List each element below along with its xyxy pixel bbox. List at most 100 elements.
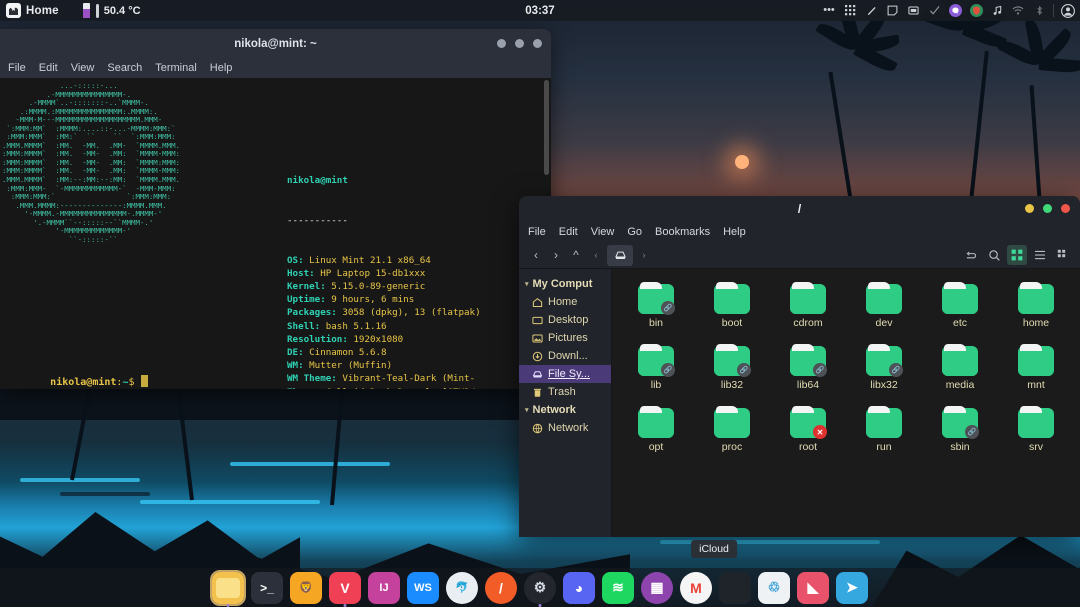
dock-item-pycharm[interactable]: / [485,572,517,604]
close-button[interactable] [533,39,542,48]
discord-icon[interactable]: ◕ [563,572,595,604]
file-item[interactable]: 🔗lib64 [770,343,846,391]
menu-search[interactable]: Search [107,62,142,74]
minimize-button[interactable] [497,39,506,48]
close-button[interactable] [1061,204,1070,213]
sidebar-group-network[interactable]: ▾Network [519,401,611,419]
intellij-idea-icon[interactable]: IJ [368,572,400,604]
menu-file[interactable]: File [8,62,26,74]
sidebar-item-downl[interactable]: Downl... [519,347,611,365]
gmail-icon[interactable]: M [680,572,712,604]
dock-item-intellij-idea[interactable]: IJ [368,572,400,604]
menu-bookmarks[interactable]: Bookmarks [655,226,710,238]
datagrip-icon[interactable]: 🐬 [446,572,478,604]
webstorm-icon[interactable]: WS [407,572,439,604]
temperature-widget[interactable]: 50.4 °C [82,3,141,18]
menu-view[interactable]: View [591,226,615,238]
sidebar-item-pictures[interactable]: Pictures [519,329,611,347]
music-note-icon[interactable] [990,4,1004,18]
dock-item-theme-tool[interactable]: ◣ [797,572,829,604]
dock-item-discord[interactable]: ◕ [563,572,595,604]
file-item[interactable]: 🔗lib32 [694,343,770,391]
minimize-button[interactable] [1025,204,1034,213]
refresh-icon[interactable] [961,245,981,265]
brave-icon[interactable]: 🦁 [290,572,322,604]
applications-menu-button[interactable]: Home [4,2,65,19]
terminal-content[interactable]: ...-:::::-... .-MMMMMMMMMMMMMMM-. .-MMMM… [0,78,551,389]
pen-icon[interactable] [864,4,878,18]
wifi-icon[interactable] [1011,4,1025,18]
trash-icon[interactable]: ♲ [758,572,790,604]
dock-item-files[interactable] [212,572,244,604]
menu-view[interactable]: View [71,62,95,74]
file-item[interactable]: srv [998,405,1074,453]
path-scroll-right-button[interactable]: › [634,245,654,265]
menu-help[interactable]: Help [210,62,233,74]
sidebar-group-my-comput[interactable]: ▾My Comput [519,275,611,293]
shield-icon[interactable] [969,4,983,18]
back-button[interactable]: ‹ [526,245,546,265]
file-item[interactable]: dev [846,281,922,329]
file-item[interactable]: home [998,281,1074,329]
dock-item-telegram[interactable]: ➤ [836,572,868,604]
file-item[interactable]: ✕root [770,405,846,453]
vivaldi-icon[interactable]: V [329,572,361,604]
file-item[interactable]: run [846,405,922,453]
dock-item-gmail[interactable]: M [680,572,712,604]
user-account-icon[interactable] [1061,4,1075,18]
file-manager-file-area[interactable]: 🔗binbootcdromdevetchome🔗lib🔗lib32🔗lib64🔗… [611,269,1080,537]
viber-icon[interactable] [948,4,962,18]
file-item[interactable]: etc [922,281,998,329]
files-icon[interactable] [212,572,244,604]
dock-item-steam[interactable]: ⚙ [524,572,556,604]
file-item[interactable]: 🔗libx32 [846,343,922,391]
telegram-icon[interactable]: ➤ [836,572,868,604]
menu-terminal[interactable]: Terminal [155,62,197,74]
path-scroll-left-button[interactable]: ‹ [586,245,606,265]
grid-apps-icon[interactable] [843,4,857,18]
maximize-button[interactable] [1043,204,1052,213]
terminal-titlebar[interactable]: nikola@mint: ~ [0,29,551,58]
dock-item-webstorm[interactable]: WS [407,572,439,604]
file-item[interactable]: boot [694,281,770,329]
file-item[interactable]: proc [694,405,770,453]
file-item[interactable]: mnt [998,343,1074,391]
screenshot-icon[interactable] [906,4,920,18]
terminal-window[interactable]: nikola@mint: ~ File Edit View Search Ter… [0,29,551,389]
dock-item-spotify[interactable]: ≋ [602,572,634,604]
dock-item-brave[interactable]: 🦁 [290,572,322,604]
sidebar-item-trash[interactable]: Trash [519,383,611,401]
dock-item-terminal[interactable]: >_ [251,572,283,604]
theme-tool-icon[interactable]: ◣ [797,572,829,604]
terminal-scrollbar[interactable] [544,80,549,175]
dock-item-apple-icloud[interactable] [719,572,751,604]
menu-file[interactable]: File [528,226,546,238]
file-manager-titlebar[interactable]: / [519,196,1080,221]
menu-edit[interactable]: Edit [39,62,58,74]
file-item[interactable]: opt [618,405,694,453]
dock-item-calculator[interactable]: ▦ [641,572,673,604]
file-item[interactable]: 🔗bin [618,281,694,329]
dock-item-vivaldi[interactable]: V [329,572,361,604]
overflow-dots-icon[interactable]: ••• [822,4,836,18]
file-item[interactable]: media [922,343,998,391]
maximize-button[interactable] [515,39,524,48]
spotify-icon[interactable]: ≋ [602,572,634,604]
grid-view-icon[interactable] [1007,245,1027,265]
search-icon[interactable] [984,245,1004,265]
dock-item-trash[interactable]: ♲ [758,572,790,604]
forward-button[interactable]: › [546,245,566,265]
menu-help[interactable]: Help [723,226,746,238]
sidebar-item-file-sy[interactable]: File Sy... [519,365,611,383]
file-manager-window[interactable]: / File Edit View Go Bookmarks Help ‹ › ^… [519,196,1080,537]
checkmark-icon[interactable] [927,4,941,18]
file-item[interactable]: 🔗lib [618,343,694,391]
apple-icloud-icon[interactable] [719,572,751,604]
up-button[interactable]: ^ [566,245,586,265]
file-item[interactable]: cdrom [770,281,846,329]
sidebar-item-desktop[interactable]: Desktop [519,311,611,329]
path-button-root[interactable] [607,245,633,266]
file-item[interactable]: 🔗sbin [922,405,998,453]
pycharm-icon[interactable]: / [485,572,517,604]
steam-icon[interactable]: ⚙ [524,572,556,604]
